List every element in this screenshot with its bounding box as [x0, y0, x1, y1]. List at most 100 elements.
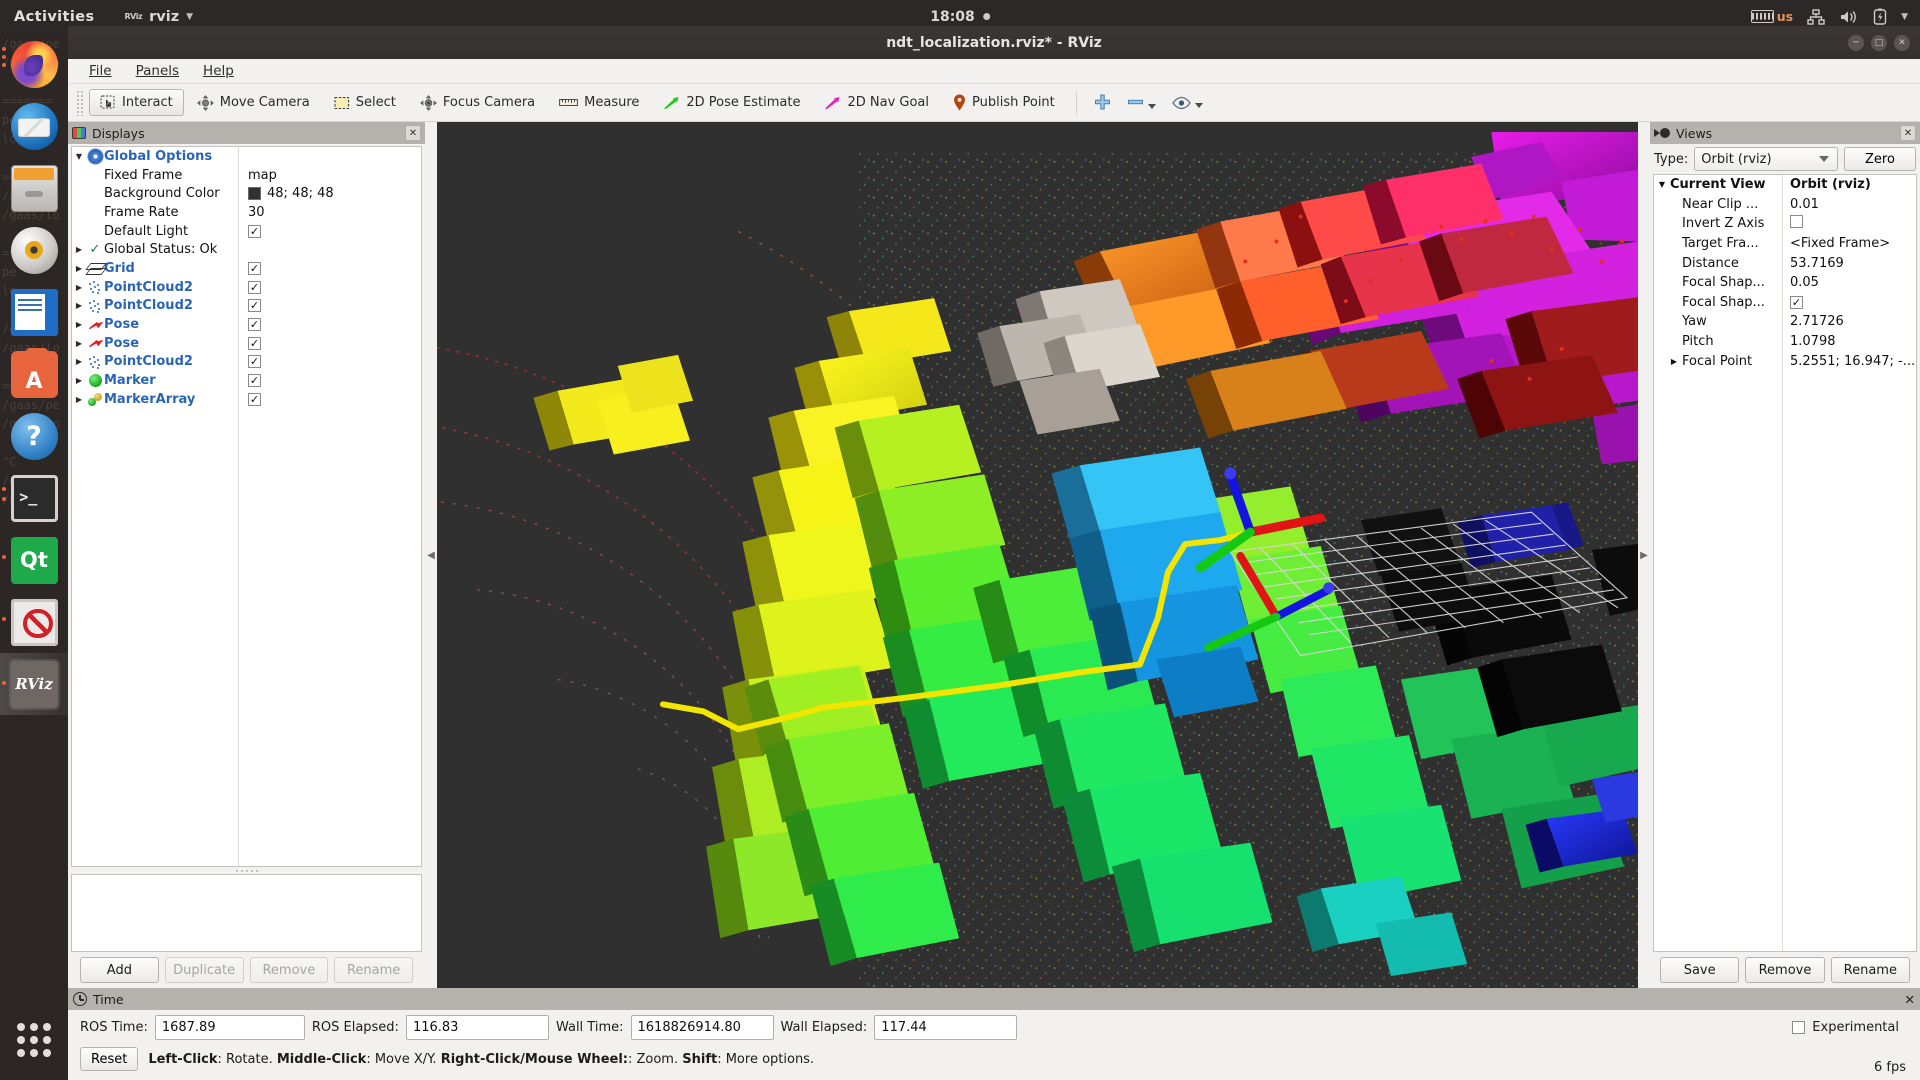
render-viewport[interactable]	[437, 122, 1638, 988]
views-remove-button[interactable]: Remove	[1745, 957, 1825, 983]
expander-right-icon[interactable]: ▶	[1666, 357, 1682, 366]
maximize-button[interactable]: □	[1871, 34, 1887, 51]
expander-right-icon[interactable]	[72, 245, 86, 254]
launcher-item-rviz[interactable]	[0, 653, 68, 715]
tool-2d-pose-estimate[interactable]: 2D Pose Estimate	[652, 89, 811, 116]
tool-remove[interactable]	[1120, 88, 1163, 117]
displays-row-default-light[interactable]: Default Light ✓	[72, 222, 421, 241]
displays-row-value[interactable]: ✓	[248, 374, 261, 388]
tool-publish-point[interactable]: Publish Point	[942, 88, 1066, 117]
displays-row-marker[interactable]: Marker ✓	[72, 371, 421, 390]
tool-remove-chevron-down-icon[interactable]	[1147, 104, 1156, 109]
app-menu[interactable]: RViz rviz ▼	[125, 9, 194, 25]
views-row-value[interactable]	[1790, 215, 1803, 232]
menu-panels[interactable]: Panels	[127, 60, 188, 82]
views-row-value[interactable]: 5.2551; 16.947; -...	[1790, 354, 1915, 369]
expander-right-icon[interactable]	[72, 283, 86, 292]
displays-row-pointcloud2-2[interactable]: PointCloud2 ✓	[72, 297, 421, 316]
displays-row-frame-rate[interactable]: Frame Rate 30	[72, 203, 421, 222]
views-row-current-view[interactable]: ▼ Current View Orbit (rviz)	[1654, 175, 1916, 195]
visibility-checkbox[interactable]: ✓	[248, 224, 261, 238]
views-row-value[interactable]: 0.01	[1790, 197, 1819, 212]
displays-row-value[interactable]: 30	[248, 205, 265, 220]
views-row-target-frame[interactable]: Target Fra... <Fixed Frame>	[1654, 234, 1916, 254]
displays-row-value[interactable]: ✓	[248, 336, 261, 350]
launcher-item-blocked[interactable]	[0, 591, 68, 653]
tool-add[interactable]	[1087, 88, 1118, 117]
visibility-checkbox[interactable]: ✓	[248, 280, 261, 294]
displays-rename-button[interactable]: Rename	[334, 957, 413, 983]
launcher-item-files[interactable]	[0, 157, 68, 219]
displays-row-value[interactable]: 48; 48; 48	[248, 186, 334, 201]
views-checkbox[interactable]	[1790, 215, 1803, 229]
views-row-value[interactable]: <Fixed Frame>	[1790, 236, 1890, 251]
displays-close-icon[interactable]: ✕	[405, 125, 421, 141]
tool-properties[interactable]	[1165, 90, 1210, 116]
tool-move-camera[interactable]: Move Camera	[186, 89, 321, 117]
wall-time-field[interactable]: 1618826914.80	[630, 1014, 774, 1040]
views-row-value[interactable]: 53.7169	[1790, 256, 1844, 271]
reset-button[interactable]: Reset	[80, 1047, 139, 1071]
tool-interact[interactable]: Interact	[89, 89, 184, 116]
clock-menu[interactable]: 18:08	[930, 9, 990, 25]
wall-elapsed-field[interactable]: 117.44	[874, 1014, 1018, 1040]
battery-icon[interactable]	[1873, 8, 1887, 25]
minimize-button[interactable]: ─	[1848, 34, 1864, 51]
displays-row-pose-1[interactable]: Pose ✓	[72, 315, 421, 334]
menu-help[interactable]: Help	[194, 60, 243, 82]
displays-row-background-color[interactable]: Background Color 48; 48; 48	[72, 184, 421, 203]
displays-splitter[interactable]	[68, 867, 425, 874]
time-close-icon[interactable]: ✕	[1905, 992, 1915, 1007]
displays-row-value[interactable]: ✓	[248, 318, 261, 332]
tool-focus-camera[interactable]: Focus Camera	[409, 89, 546, 117]
views-rename-button[interactable]: Rename	[1830, 957, 1910, 983]
displays-row-value[interactable]: map	[248, 168, 277, 183]
launcher-item-libreoffice[interactable]	[0, 281, 68, 343]
tool-properties-chevron-down-icon[interactable]	[1194, 102, 1203, 108]
displays-row-markerarray[interactable]: MarkerArray ✓	[72, 390, 421, 409]
expander-right-icon[interactable]	[72, 301, 86, 310]
views-row-distance[interactable]: Distance 53.7169	[1654, 253, 1916, 273]
launcher-show-applications[interactable]	[0, 1010, 68, 1070]
launcher-item-qtcreator[interactable]	[0, 529, 68, 591]
views-row-invert-z-axis[interactable]: Invert Z Axis	[1654, 214, 1916, 234]
views-row-yaw[interactable]: Yaw 2.71726	[1654, 312, 1916, 332]
views-row-value[interactable]: ✓	[1790, 295, 1803, 310]
visibility-checkbox[interactable]: ✓	[248, 261, 261, 275]
views-save-button[interactable]: Save	[1660, 957, 1740, 983]
displays-tree[interactable]: Global OptionsFixed FramemapBackground C…	[71, 146, 422, 867]
visibility-checkbox[interactable]: ✓	[248, 336, 261, 350]
expander-right-icon[interactable]	[72, 395, 86, 404]
left-splitter-handle[interactable]: ◀	[425, 122, 437, 988]
displays-row-pointcloud2-1[interactable]: PointCloud2 ✓	[72, 278, 421, 297]
displays-row-grid[interactable]: Grid ✓	[72, 259, 421, 278]
views-row-near-clip-distance[interactable]: Near Clip ... 0.01	[1654, 195, 1916, 215]
views-row-pitch[interactable]: Pitch 1.0798	[1654, 332, 1916, 352]
system-tray[interactable]: us ▼	[1750, 8, 1908, 25]
displays-duplicate-button[interactable]: Duplicate	[164, 957, 244, 983]
launcher-item-firefox[interactable]	[0, 33, 68, 95]
toolbar-drag-handle[interactable]	[76, 89, 83, 116]
launcher-item-ubuntu-software[interactable]	[0, 343, 68, 405]
right-splitter-handle[interactable]: ▶	[1638, 122, 1650, 988]
experimental-checkbox[interactable]: Experimental	[1792, 1020, 1899, 1035]
displays-row-global-options[interactable]: Global Options	[72, 147, 421, 166]
views-close-icon[interactable]: ✕	[1900, 125, 1916, 141]
views-row-value[interactable]: 2.71726	[1790, 314, 1844, 329]
window-title-bar[interactable]: ndt_localization.rviz* - RViz ─ □ ✕	[68, 26, 1920, 59]
displays-row-value[interactable]: ✓	[248, 355, 261, 369]
close-button[interactable]: ✕	[1894, 34, 1910, 51]
views-row-value[interactable]: Orbit (rviz)	[1790, 177, 1871, 192]
displays-row-pointcloud2-3[interactable]: PointCloud2 ✓	[72, 353, 421, 372]
views-row-value[interactable]: 0.05	[1790, 275, 1819, 290]
network-icon[interactable]	[1807, 8, 1825, 25]
launcher-item-help[interactable]	[0, 405, 68, 467]
views-row-value[interactable]: 1.0798	[1790, 334, 1836, 349]
visibility-checkbox[interactable]: ✓	[248, 318, 261, 332]
expander-right-icon[interactable]	[72, 376, 86, 385]
views-row-focal-point[interactable]: ▶ Focal Point 5.2551; 16.947; -...	[1654, 351, 1916, 371]
displays-remove-button[interactable]: Remove	[249, 957, 329, 983]
expander-right-icon[interactable]	[72, 320, 86, 329]
displays-row-value[interactable]: ✓	[248, 299, 261, 313]
displays-row-global-status[interactable]: ✓Global Status: Ok	[72, 240, 421, 259]
